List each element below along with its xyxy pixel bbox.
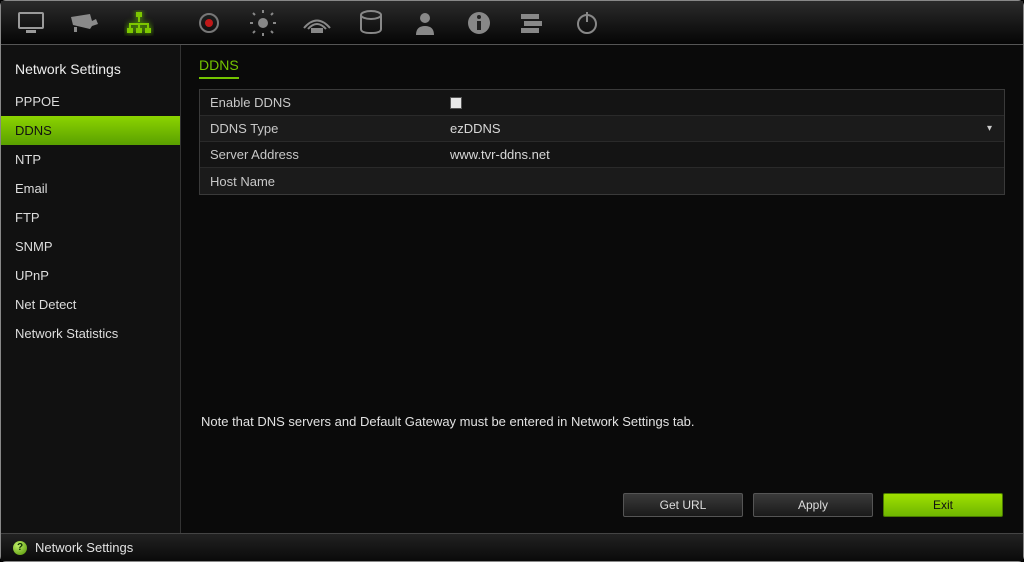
value-server-address: www.tvr-ddns.net bbox=[450, 147, 550, 162]
apply-button[interactable]: Apply bbox=[753, 493, 873, 517]
content: DDNS Enable DDNS DDNS Type ezDDNS ▾ bbox=[181, 45, 1023, 533]
note-text: Note that DNS servers and Default Gatewa… bbox=[199, 408, 1005, 489]
checkbox-enable-ddns[interactable] bbox=[450, 97, 462, 109]
hdd-icon[interactable] bbox=[349, 5, 393, 41]
top-toolbar bbox=[1, 1, 1023, 45]
ddns-form: Enable DDNS DDNS Type ezDDNS ▾ Server Ad… bbox=[199, 89, 1005, 195]
sidebar-item-ftp[interactable]: FTP bbox=[1, 203, 180, 232]
get-url-button[interactable]: Get URL bbox=[623, 493, 743, 517]
sidebar-item-netdetect[interactable]: Net Detect bbox=[1, 290, 180, 319]
app-window: Network Settings PPPOE DDNS NTP Email FT… bbox=[0, 0, 1024, 562]
settings-icon[interactable] bbox=[511, 5, 555, 41]
body: Network Settings PPPOE DDNS NTP Email FT… bbox=[1, 45, 1023, 533]
page-title: DDNS bbox=[199, 57, 239, 79]
sidebar-item-networkstats[interactable]: Network Statistics bbox=[1, 319, 180, 348]
user-icon[interactable] bbox=[403, 5, 447, 41]
network-icon[interactable] bbox=[117, 5, 161, 41]
row-enable-ddns: Enable DDNS bbox=[200, 90, 1004, 116]
label-host-name: Host Name bbox=[200, 174, 440, 189]
label-ddns-type: DDNS Type bbox=[200, 121, 440, 136]
info-icon[interactable] bbox=[457, 5, 501, 41]
sidebar-item-ntp[interactable]: NTP bbox=[1, 145, 180, 174]
alarm-icon[interactable] bbox=[241, 5, 285, 41]
sidebar: Network Settings PPPOE DDNS NTP Email FT… bbox=[1, 45, 181, 533]
device-icon[interactable] bbox=[295, 5, 339, 41]
sidebar-item-email[interactable]: Email bbox=[1, 174, 180, 203]
sidebar-item-snmp[interactable]: SNMP bbox=[1, 232, 180, 261]
power-icon[interactable] bbox=[565, 5, 609, 41]
sidebar-item-upnp[interactable]: UPnP bbox=[1, 261, 180, 290]
camera-icon[interactable] bbox=[63, 5, 107, 41]
help-icon[interactable]: ? bbox=[13, 541, 27, 555]
row-server-address[interactable]: Server Address www.tvr-ddns.net bbox=[200, 142, 1004, 168]
statusbar-text: Network Settings bbox=[35, 540, 133, 555]
label-enable-ddns: Enable DDNS bbox=[200, 95, 440, 110]
monitor-icon[interactable] bbox=[9, 5, 53, 41]
label-server-address: Server Address bbox=[200, 147, 440, 162]
chevron-down-icon[interactable]: ▾ bbox=[987, 123, 994, 134]
record-icon[interactable] bbox=[187, 5, 231, 41]
sidebar-item-pppoe[interactable]: PPPOE bbox=[1, 87, 180, 116]
sidebar-item-ddns[interactable]: DDNS bbox=[1, 116, 180, 145]
value-ddns-type: ezDDNS bbox=[450, 121, 501, 136]
row-host-name[interactable]: Host Name bbox=[200, 168, 1004, 194]
status-bar: ? Network Settings bbox=[1, 533, 1023, 561]
row-ddns-type[interactable]: DDNS Type ezDDNS ▾ bbox=[200, 116, 1004, 142]
action-bar: Get URL Apply Exit bbox=[199, 489, 1005, 521]
exit-button[interactable]: Exit bbox=[883, 493, 1003, 517]
sidebar-header[interactable]: Network Settings bbox=[1, 55, 180, 87]
